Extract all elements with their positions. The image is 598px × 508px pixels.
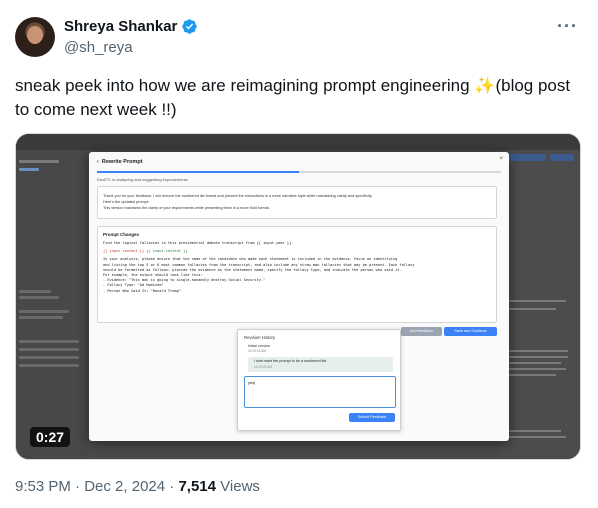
save-continue-button[interactable]: Save and Continue xyxy=(444,327,497,336)
feedback-input[interactable]: yes| xyxy=(244,376,396,408)
separator: · xyxy=(165,478,179,495)
add-feedback-button[interactable]: Add feedback xyxy=(401,327,442,336)
revision-history-popover: Revision History Initial version 10:19:1… xyxy=(237,329,401,431)
app-sidebar xyxy=(16,150,88,459)
prompt-diff-line: {{ input.content }} {{ input.content }} xyxy=(103,249,491,254)
modal-subtitle: DocETL is analyzing and suggesting impro… xyxy=(97,177,188,182)
author-name[interactable]: Shreya Shankar xyxy=(64,18,177,35)
tweet-time[interactable]: 9:53 PM xyxy=(15,478,71,495)
prompt-changes-box: Prompt Changes Find the logical fallacie… xyxy=(97,226,497,323)
assistant-response-box: Thank you for your feedback. I will remo… xyxy=(97,186,497,219)
progress-bar xyxy=(97,171,501,173)
prompt-line: Find the logical fallacies in this presi… xyxy=(103,241,294,245)
initial-version-label[interactable]: Initial version xyxy=(248,344,270,348)
sparkle-emoji-icon: ✨ xyxy=(474,76,496,95)
views-count: 7,514 xyxy=(178,478,216,495)
revision-title: Revision History xyxy=(244,335,276,340)
submit-feedback-button[interactable]: Submit Feedback xyxy=(349,413,395,422)
modal-title: ‹ Rewrite Prompt xyxy=(97,159,143,165)
progress-fill xyxy=(97,171,299,173)
app-right-panel xyxy=(500,150,580,459)
views-label: Views xyxy=(216,478,260,495)
rewrite-prompt-modal: ‹ Rewrite Prompt × DocETL is analyzing a… xyxy=(89,152,509,441)
feedback-note-text: I dont want the prompt to be a numbered … xyxy=(254,359,327,363)
app-top-bar xyxy=(16,134,580,150)
more-options-icon[interactable]: ··· xyxy=(557,16,578,37)
verified-badge-icon xyxy=(182,19,198,34)
initial-version-time: 10:19:16 AM xyxy=(248,349,266,353)
prompt-body: In your analysis, please ensure that the… xyxy=(103,257,415,293)
removed-text: {{ input.content }} xyxy=(103,249,145,254)
tweet-text: sneak peek into how we are reimagining p… xyxy=(15,74,580,122)
tweet-text-part1: sneak peek into how we are reimagining p… xyxy=(15,76,475,95)
author-handle[interactable]: @sh_reya xyxy=(64,39,133,56)
tweet-date[interactable]: Dec 2, 2024 xyxy=(84,478,165,495)
feedback-note: I dont want the prompt to be a numbered … xyxy=(248,357,393,372)
video-player[interactable]: ‹ Rewrite Prompt × DocETL is analyzing a… xyxy=(15,133,581,460)
feedback-note-time: 10:19:20 AM xyxy=(254,365,272,369)
added-text: {{ input.content }} xyxy=(146,249,188,254)
video-duration: 0:27 xyxy=(30,427,71,447)
response-line: This version maintains the clarity of yo… xyxy=(103,206,270,210)
author-name-row: Shreya Shankar xyxy=(64,18,198,35)
prompt-changes-title: Prompt Changes xyxy=(103,232,140,237)
separator: · xyxy=(70,478,85,495)
tweet-meta: 9:53 PM · Dec 2, 2024 · 7,514 Views xyxy=(15,478,260,495)
author-avatar[interactable] xyxy=(15,17,55,57)
close-icon[interactable]: × xyxy=(499,156,503,162)
